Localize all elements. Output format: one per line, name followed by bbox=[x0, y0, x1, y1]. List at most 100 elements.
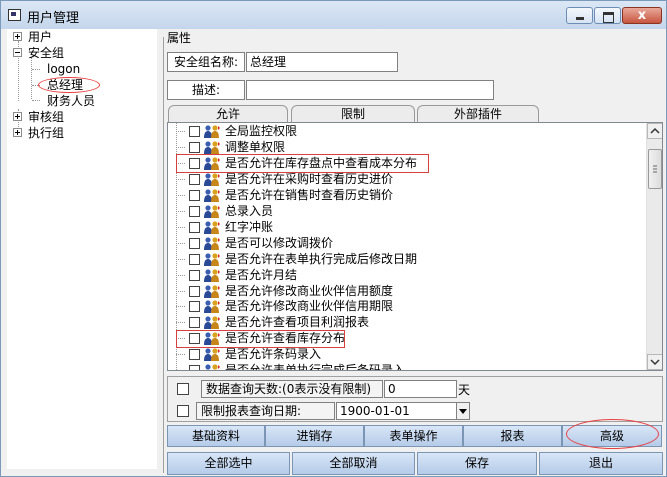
expand-icon[interactable] bbox=[13, 112, 22, 121]
permission-item[interactable]: 总录入员 bbox=[176, 203, 636, 219]
title-bar[interactable]: 用户管理 x bbox=[1, 1, 666, 29]
permission-label: 是否允许在表单执行完成后修改日期 bbox=[225, 251, 418, 266]
properties-section-label: 属性 bbox=[167, 31, 192, 45]
user-group-icon bbox=[203, 236, 223, 251]
permission-label: 是否允许在采购时查看历史进价 bbox=[225, 171, 394, 186]
description-field[interactable] bbox=[246, 80, 494, 100]
permission-item[interactable]: 是否允许在销售时查看历史销价 bbox=[176, 187, 636, 203]
form-operations-button[interactable]: 表单操作 bbox=[364, 425, 463, 447]
user-group-icon bbox=[203, 124, 223, 139]
security-group-tree[interactable]: 用户 安全组 logon 总经理 财务人员 审核组 执行组 bbox=[7, 29, 157, 469]
close-icon[interactable]: x bbox=[622, 7, 662, 24]
permission-item[interactable]: 是否允许修改商业伙伴信用期限 bbox=[176, 298, 636, 314]
permission-item[interactable]: 调整单权限 bbox=[176, 139, 636, 155]
scroll-up-icon[interactable] bbox=[647, 123, 662, 139]
permission-checkbox[interactable] bbox=[189, 285, 200, 297]
permission-label: 是否允许表单执行完成后条码录入 bbox=[225, 363, 406, 371]
permission-checkbox[interactable] bbox=[189, 317, 200, 329]
deselect-all-button[interactable]: 全部取消 bbox=[292, 452, 415, 475]
permission-checkbox[interactable] bbox=[189, 205, 200, 217]
save-button[interactable]: 保存 bbox=[417, 452, 537, 475]
permission-item[interactable]: 是否可以修改调拨价 bbox=[176, 235, 636, 251]
user-group-icon bbox=[203, 172, 223, 187]
reports-button[interactable]: 报表 bbox=[463, 425, 562, 447]
select-all-button[interactable]: 全部选中 bbox=[167, 452, 290, 475]
permission-label: 是否允许修改商业伙伴信用额度 bbox=[225, 283, 394, 298]
permission-checkbox[interactable] bbox=[189, 253, 200, 265]
user-group-icon bbox=[203, 299, 223, 314]
permission-checkbox[interactable] bbox=[189, 349, 200, 361]
vertical-scrollbar[interactable] bbox=[646, 123, 662, 370]
permission-item[interactable]: 全局监控权限 bbox=[176, 123, 636, 139]
highlight-ellipse bbox=[566, 419, 659, 449]
permission-checkbox[interactable] bbox=[189, 189, 200, 201]
permission-checkbox[interactable] bbox=[189, 173, 200, 185]
tree-item-finance-staff[interactable]: 财务人员 bbox=[47, 93, 95, 109]
report-date-input[interactable]: 1900-01-01 bbox=[336, 402, 457, 420]
user-group-icon bbox=[203, 268, 223, 283]
scroll-down-icon[interactable] bbox=[647, 354, 662, 370]
permission-item[interactable]: 是否允许表单执行完成后条码录入 bbox=[176, 362, 636, 371]
user-group-icon bbox=[203, 363, 223, 370]
report-date-checkbox[interactable] bbox=[177, 405, 189, 417]
permission-checkbox[interactable] bbox=[189, 237, 200, 249]
permission-item[interactable]: 是否允许月结 bbox=[176, 267, 636, 283]
report-date-label: 限制报表查询日期: bbox=[196, 402, 335, 420]
group-name-label: 安全组名称: bbox=[167, 52, 245, 72]
permission-label: 是否允许查看项目利润报表 bbox=[225, 315, 370, 330]
user-group-icon bbox=[203, 188, 223, 203]
maximize-icon[interactable] bbox=[594, 7, 621, 24]
permission-label: 红字冲账 bbox=[225, 219, 274, 234]
expand-icon[interactable] bbox=[13, 32, 22, 41]
tab-allow[interactable]: 允许 bbox=[168, 105, 288, 123]
highlight-ellipse bbox=[38, 77, 100, 93]
app-window-icon bbox=[8, 9, 21, 21]
window-title: 用户管理 bbox=[27, 11, 80, 26]
collapse-icon[interactable] bbox=[13, 48, 22, 57]
basic-data-button[interactable]: 基础资料 bbox=[167, 425, 265, 447]
permission-checkbox[interactable] bbox=[189, 269, 200, 281]
user-group-icon bbox=[203, 315, 223, 330]
expand-icon[interactable] bbox=[13, 128, 22, 137]
permission-checkbox[interactable] bbox=[189, 221, 200, 233]
scroll-thumb[interactable] bbox=[648, 149, 662, 189]
tab-external-plugins[interactable]: 外部插件 bbox=[417, 105, 539, 123]
panel-divider bbox=[163, 37, 164, 473]
permission-item[interactable]: 是否允许在表单执行完成后修改日期 bbox=[176, 251, 636, 267]
user-group-icon bbox=[203, 204, 223, 219]
query-days-checkbox[interactable] bbox=[177, 383, 189, 395]
permission-item[interactable]: 是否允许查看项目利润报表 bbox=[176, 314, 636, 330]
description-label: 描述: bbox=[167, 80, 245, 100]
minimize-icon[interactable] bbox=[566, 7, 593, 24]
permission-label: 是否允许月结 bbox=[225, 267, 298, 282]
tree-item-logon[interactable]: logon bbox=[47, 61, 80, 77]
user-group-icon bbox=[203, 347, 223, 362]
permission-item[interactable]: 是否允许在采购时查看历史进价 bbox=[176, 171, 636, 187]
highlight-box bbox=[176, 330, 345, 348]
permission-label: 是否允许修改商业伙伴信用期限 bbox=[225, 299, 394, 314]
user-group-icon bbox=[203, 284, 223, 299]
user-management-window: 用户管理 x 用户 安全组 logon 总经理 财务人员 审核组 执行组 属性 … bbox=[0, 0, 667, 477]
permission-label: 是否可以修改调拨价 bbox=[225, 235, 334, 250]
tab-restrict[interactable]: 限制 bbox=[291, 105, 415, 123]
permission-label: 调整单权限 bbox=[225, 139, 286, 154]
exit-button[interactable]: 退出 bbox=[539, 452, 663, 475]
permission-list[interactable]: 全局监控权限 调整单权限 是否允许在库存盘点中查看成本分布 是否允许在采购时查看历史进… bbox=[167, 122, 663, 371]
permission-item[interactable]: 是否允许条码录入 bbox=[176, 346, 636, 362]
permission-checkbox[interactable] bbox=[189, 301, 200, 313]
permission-item[interactable]: 红字冲账 bbox=[176, 219, 636, 235]
user-group-icon bbox=[203, 252, 223, 267]
permission-checkbox[interactable] bbox=[189, 126, 200, 137]
query-days-label: 数据查询天数:(0表示没有限制) bbox=[201, 380, 383, 398]
query-days-input[interactable]: 0 bbox=[384, 380, 457, 398]
permission-label: 总录入员 bbox=[225, 203, 274, 218]
group-name-field[interactable]: 总经理 bbox=[246, 52, 398, 72]
permission-checkbox[interactable] bbox=[189, 365, 200, 370]
inventory-button[interactable]: 进销存 bbox=[265, 425, 364, 447]
query-days-unit: 天 bbox=[458, 383, 471, 397]
permission-label: 是否允许在销售时查看历史销价 bbox=[225, 187, 394, 202]
chevron-down-icon[interactable] bbox=[456, 402, 470, 420]
permission-checkbox[interactable] bbox=[189, 141, 200, 153]
permission-label: 全局监控权限 bbox=[225, 124, 298, 138]
permission-item[interactable]: 是否允许修改商业伙伴信用额度 bbox=[176, 283, 636, 299]
